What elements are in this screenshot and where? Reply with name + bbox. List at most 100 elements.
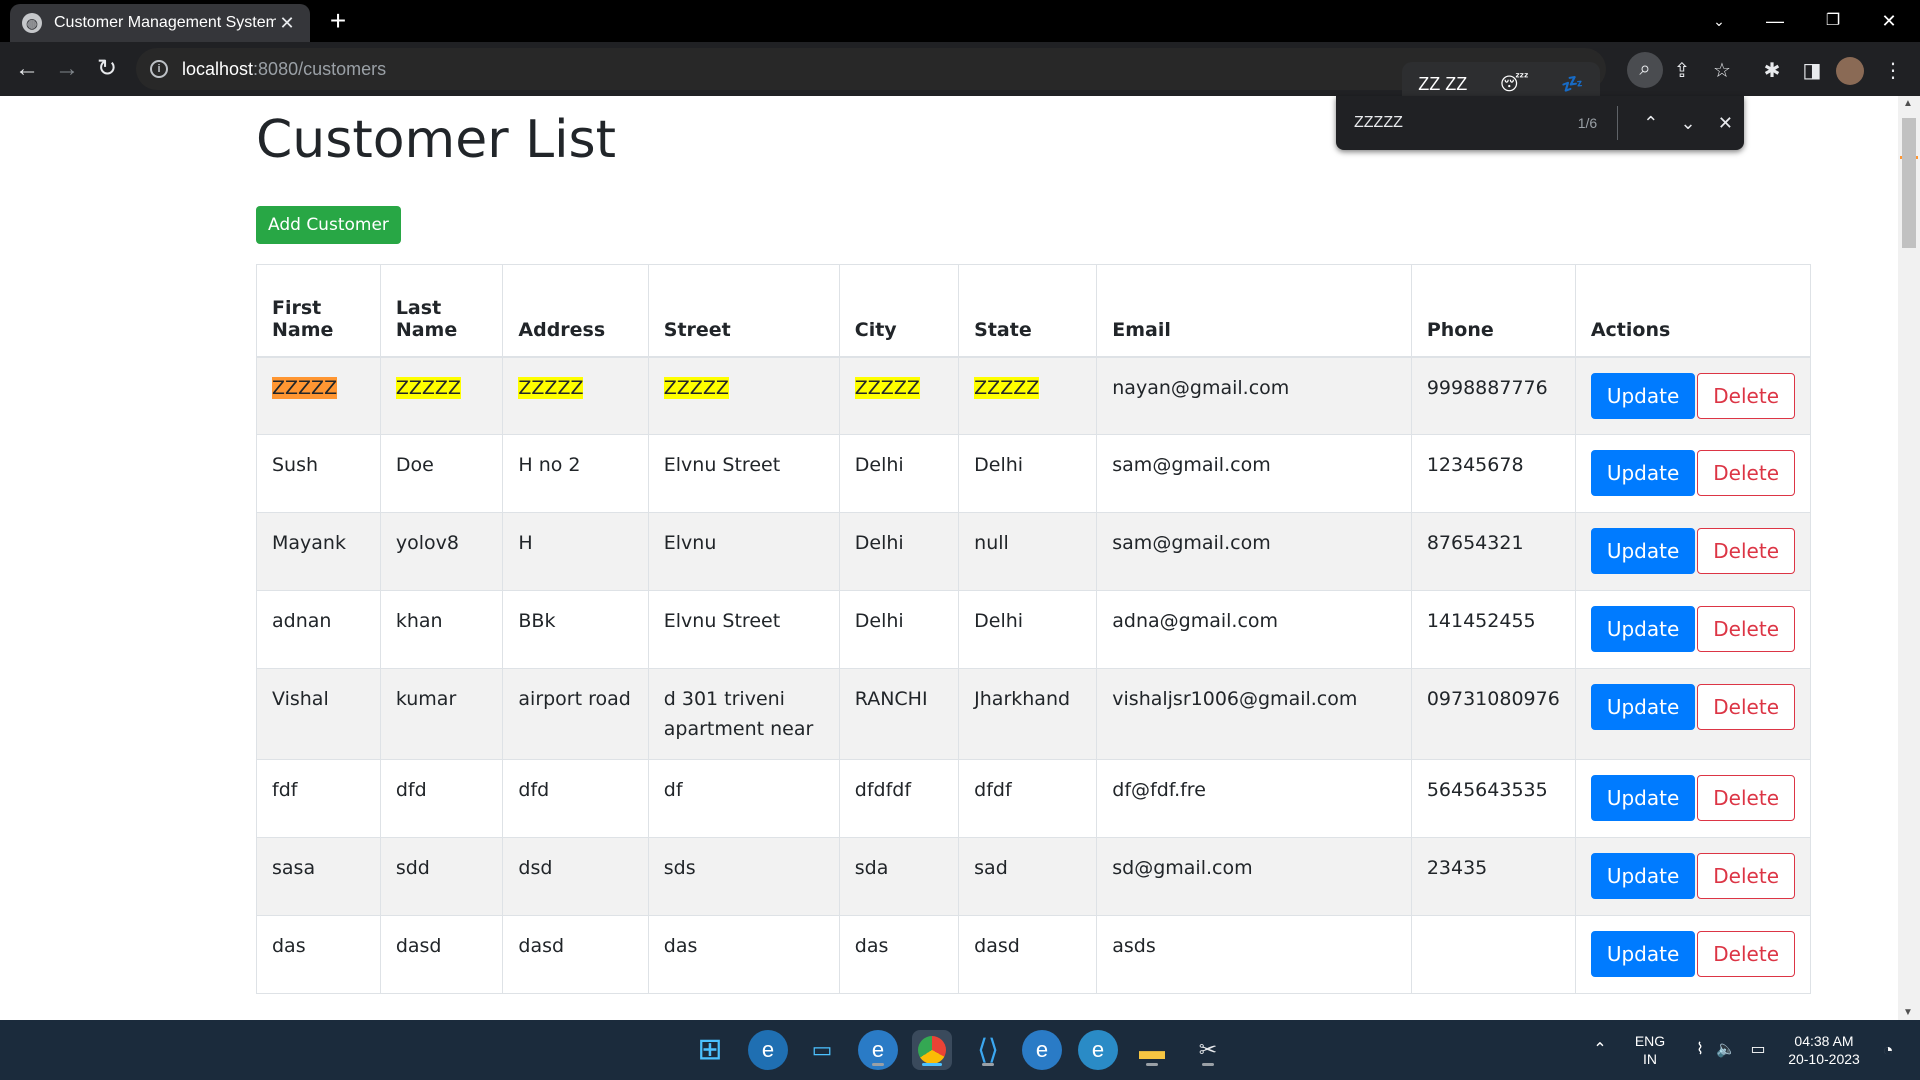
desktop-icon[interactable]: ▭: [802, 1030, 842, 1070]
cell-value: adnan: [272, 610, 332, 632]
profile-avatar[interactable]: [1836, 57, 1864, 85]
delete-button[interactable]: Delete: [1697, 775, 1795, 821]
find-highlight: ZZZZZ: [663, 376, 729, 399]
cell-value: sds: [663, 857, 696, 879]
extensions-icon[interactable]: ✱: [1755, 54, 1789, 88]
table-row: fdf dfd dfd df dfdfdf dfdf df@fdf.fre 564564353…: [256, 759, 1812, 838]
update-button[interactable]: Update: [1590, 684, 1696, 730]
sleepy-face-icon[interactable]: 😴: [1500, 74, 1529, 95]
zzz-icon[interactable]: 💤: [1561, 74, 1583, 95]
cell-value: 9998887776: [1426, 376, 1548, 399]
close-window-icon[interactable]: ✕: [1866, 4, 1912, 38]
back-arrow-icon[interactable]: ←: [10, 52, 44, 86]
vscode-icon[interactable]: ⟨⟩: [968, 1030, 1008, 1070]
delete-button[interactable]: Delete: [1697, 450, 1795, 496]
cell-address: dfd: [502, 759, 649, 838]
cell-city: sda: [838, 837, 960, 916]
side-panel-icon[interactable]: ◨: [1795, 54, 1829, 88]
snipping-tool-icon[interactable]: ✂: [1188, 1030, 1228, 1070]
reload-icon[interactable]: ↻: [90, 52, 124, 86]
url-host: localhost: [182, 58, 254, 79]
delete-button[interactable]: Delete: [1697, 931, 1795, 977]
minimize-icon[interactable]: —: [1752, 4, 1798, 38]
tab-search-icon[interactable]: ⌄: [1696, 4, 1742, 38]
cell-state: dasd: [958, 915, 1098, 994]
file-explorer-icon[interactable]: ▬: [1132, 1030, 1172, 1070]
tab-title: Customer Management System: [54, 14, 276, 31]
scroll-up-icon[interactable]: ▲: [1903, 98, 1913, 109]
edge-beta-icon[interactable]: e: [1022, 1030, 1062, 1070]
cell-value: airport road: [518, 688, 631, 710]
delete-button[interactable]: Delete: [1697, 528, 1795, 574]
cell-value: Mayank: [272, 532, 346, 554]
restore-icon[interactable]: ❐: [1810, 4, 1856, 38]
cell-email: vishaljsr1006@gmail.com: [1096, 668, 1412, 760]
find-page-icon[interactable]: ⌕: [1627, 52, 1663, 88]
update-button[interactable]: Update: [1590, 606, 1696, 652]
find-highlight: ZZZZZ: [974, 376, 1040, 399]
delete-button[interactable]: Delete: [1697, 372, 1795, 419]
clock[interactable]: 04:38 AM 20-10-2023: [1774, 1032, 1874, 1068]
find-close-icon[interactable]: ✕: [1707, 113, 1744, 134]
cell-value: Sush: [272, 454, 319, 476]
show-hidden-icons[interactable]: ⌃: [1580, 1030, 1620, 1070]
table-header-row: First Name Last Name Address Street City…: [256, 264, 1812, 358]
forward-arrow-icon[interactable]: →: [50, 52, 84, 86]
table-row: das dasd dasd das das dasd asds Update Delete: [256, 915, 1812, 994]
cell-actions: Update Delete: [1574, 915, 1812, 994]
address-bar[interactable]: i localhost :8080/customers: [136, 48, 1606, 90]
cell-value: df: [663, 779, 683, 801]
cell-first-name: sasa: [256, 837, 381, 916]
cell-value: asds: [1112, 935, 1156, 957]
scroll-down-icon[interactable]: ▼: [1903, 1007, 1913, 1018]
close-tab-icon[interactable]: ✕: [276, 13, 298, 34]
find-next-icon[interactable]: ⌄: [1669, 113, 1706, 134]
scroll-thumb[interactable]: [1902, 118, 1916, 248]
update-button[interactable]: Update: [1590, 372, 1696, 419]
find-previous-icon[interactable]: ⌃: [1632, 113, 1669, 134]
cell-value: 12345678: [1426, 454, 1524, 476]
cell-value: dasd: [395, 935, 442, 957]
cell-email: sam@gmail.com: [1096, 434, 1412, 513]
delete-button[interactable]: Delete: [1697, 606, 1795, 652]
cell-last-name: yolov8: [379, 512, 504, 591]
cell-state: Jharkhand: [958, 668, 1098, 760]
windows-start-icon[interactable]: ⊞: [690, 1030, 730, 1070]
edge-icon[interactable]: e: [748, 1030, 788, 1070]
language-indicator[interactable]: ENG IN: [1630, 1032, 1670, 1068]
site-info-icon[interactable]: i: [150, 60, 168, 78]
cell-value: yolov8: [395, 532, 459, 554]
battery-icon[interactable]: ▭: [1738, 1030, 1778, 1070]
cell-street: das: [647, 915, 840, 994]
notification-icon[interactable]: ◔: [1868, 1030, 1908, 1070]
add-customer-button[interactable]: Add Customer: [256, 206, 401, 244]
cell-email: sam@gmail.com: [1096, 512, 1412, 591]
edge-dev-icon[interactable]: e: [858, 1030, 898, 1070]
cell-actions: Update Delete: [1574, 590, 1812, 669]
cell-street: df: [647, 759, 840, 838]
chrome-icon[interactable]: [912, 1030, 952, 1070]
bookmark-star-icon[interactable]: ☆: [1705, 54, 1739, 88]
table-row: ZZZZZ ZZZZZ ZZZZZ ZZZZZ ZZZZZ ZZZZZ nayan@gmai…: [256, 356, 1812, 435]
header-city: City: [838, 264, 960, 358]
delete-button[interactable]: Delete: [1697, 853, 1795, 899]
cell-phone: 87654321: [1410, 512, 1576, 591]
header-phone: Phone: [1410, 264, 1576, 358]
update-button[interactable]: Update: [1590, 775, 1696, 821]
new-tab-button[interactable]: +: [322, 6, 354, 38]
cell-first-name: Mayank: [256, 512, 381, 591]
share-icon[interactable]: ⇪: [1665, 54, 1699, 88]
update-button[interactable]: Update: [1590, 931, 1696, 977]
update-button[interactable]: Update: [1590, 528, 1696, 574]
browser-tab[interactable]: ◍ Customer Management System ✕: [10, 4, 310, 42]
update-button[interactable]: Update: [1590, 853, 1696, 899]
delete-button[interactable]: Delete: [1697, 684, 1795, 730]
update-button[interactable]: Update: [1590, 450, 1696, 496]
menu-kebab-icon[interactable]: ⋮: [1876, 54, 1910, 88]
header-state: State: [958, 264, 1098, 358]
page-scrollbar[interactable]: ▲ ▼: [1898, 96, 1920, 1020]
tab-strip: ◍ Customer Management System ✕ + ⌄ — ❐ ✕: [0, 0, 1920, 42]
find-input[interactable]: ZZZZZ: [1354, 114, 1550, 132]
edge-canary-icon[interactable]: e: [1078, 1030, 1118, 1070]
suggestion-text[interactable]: ZZ ZZ: [1418, 74, 1467, 95]
